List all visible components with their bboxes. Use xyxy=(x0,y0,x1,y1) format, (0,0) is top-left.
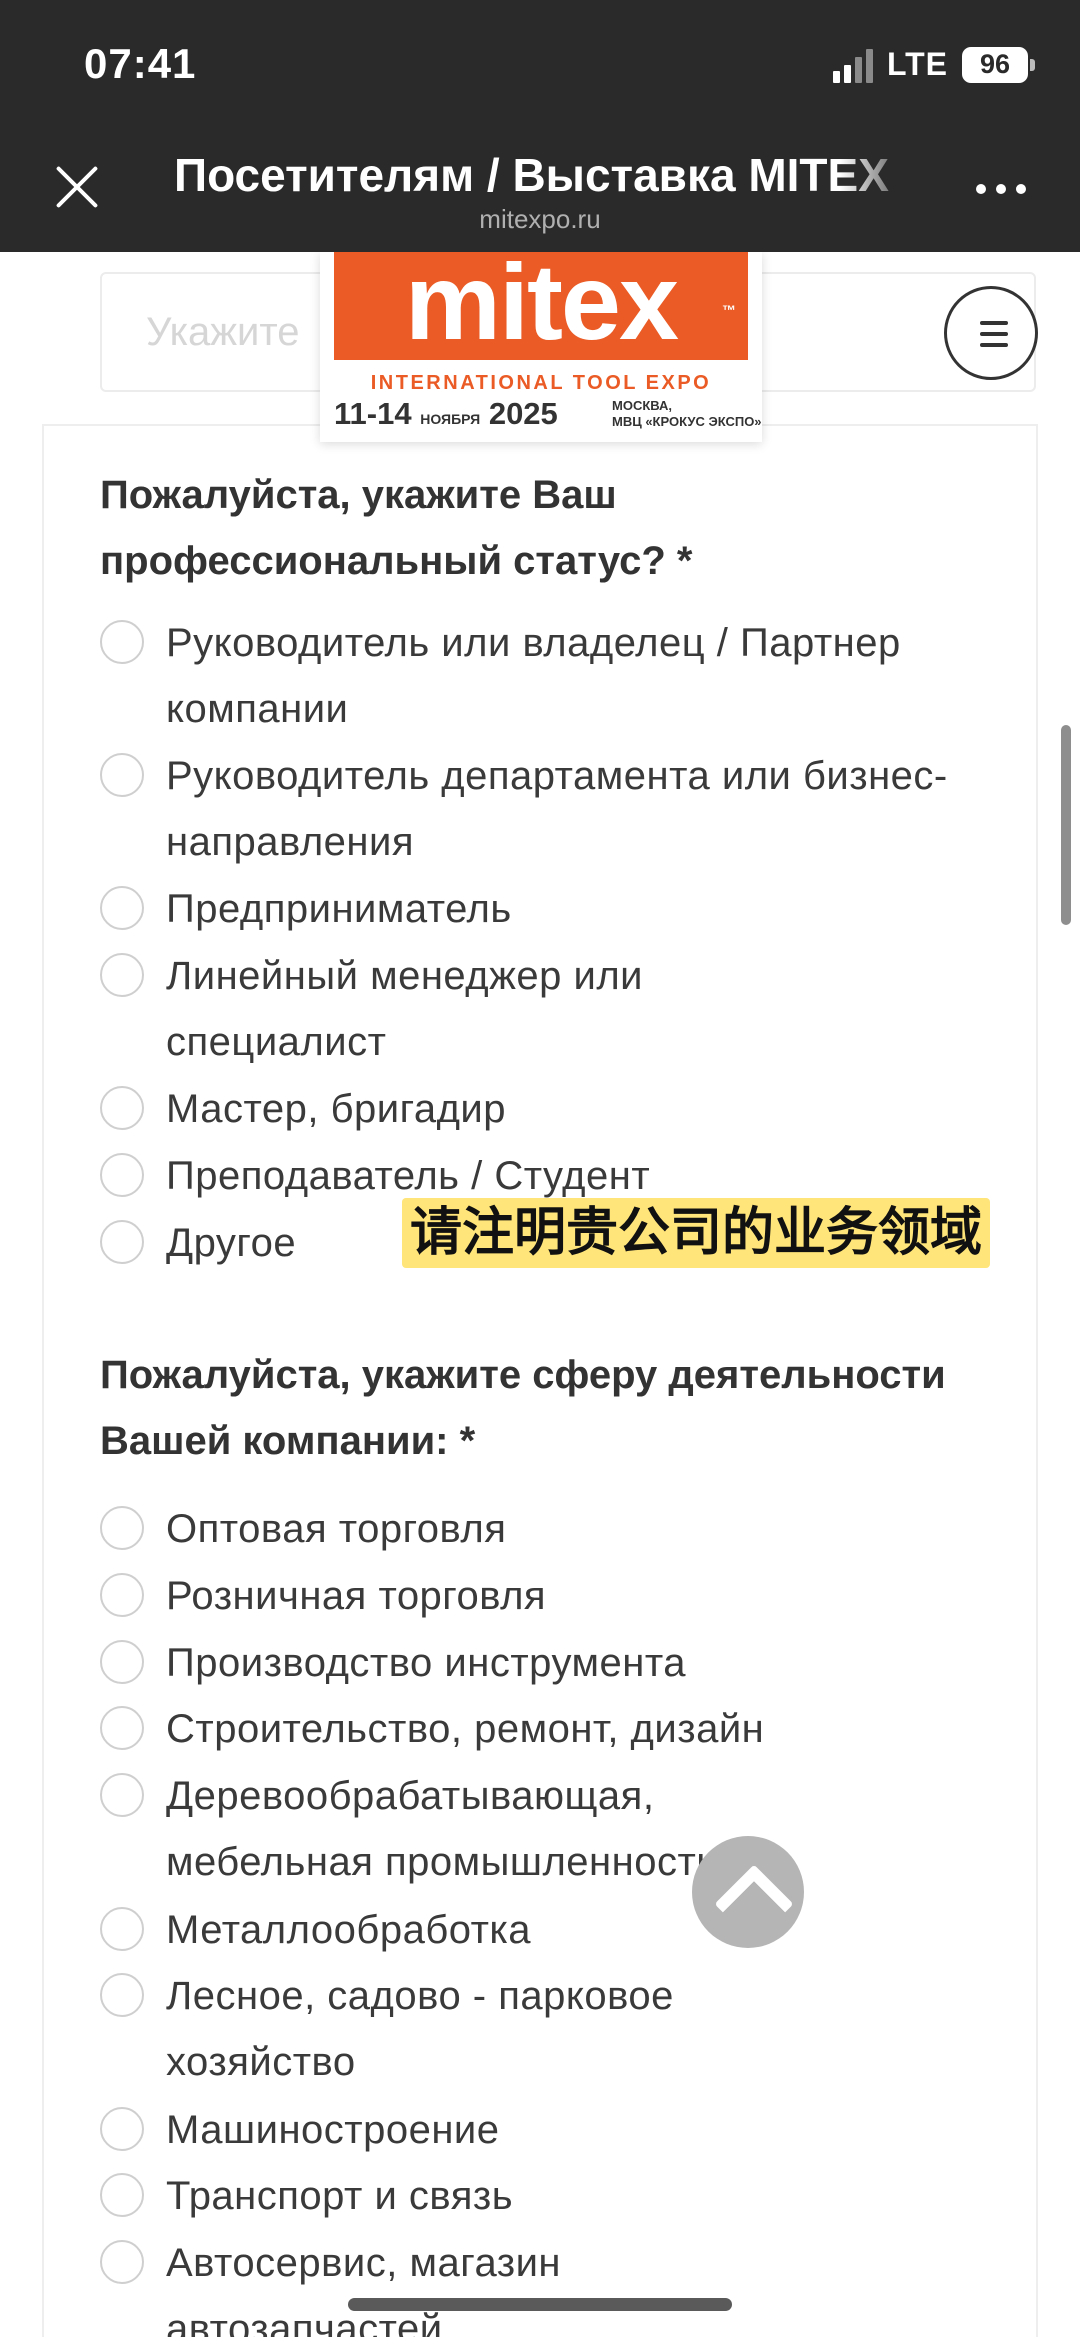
browser-header: 07:41 LTE 96 Посетителям / Выставка MITE… xyxy=(0,0,1080,252)
logo-tm: ™ xyxy=(722,302,736,318)
radio-button[interactable] xyxy=(100,1506,144,1550)
scrollbar[interactable] xyxy=(1061,725,1071,925)
status-option[interactable]: Руководитель департамента или бизнес-нап… xyxy=(100,743,1000,875)
hamburger-icon[interactable] xyxy=(944,286,1038,380)
radio-button[interactable] xyxy=(100,1640,144,1684)
radio-button[interactable] xyxy=(100,1773,144,1817)
home-indicator[interactable] xyxy=(348,2298,732,2311)
page-url: mitexpo.ru xyxy=(479,204,601,234)
previous-input-placeholder: Укажите xyxy=(146,310,300,354)
radio-button[interactable] xyxy=(100,1907,144,1951)
logo-brand: mitex ™ xyxy=(334,252,748,360)
title-fade xyxy=(840,140,920,210)
battery-level: 96 xyxy=(979,49,1011,79)
sphere-option[interactable]: Строительство, ремонт, дизайн xyxy=(100,1696,1000,1762)
radio-button[interactable] xyxy=(100,1573,144,1617)
logo-place: МОСКВА, МВЦ «КРОКУС ЭКСПО» xyxy=(612,398,762,429)
page-title: Посетителям / Выставка MITEX xyxy=(174,149,889,201)
status-option[interactable]: Руководитель или владелец / Партнер комп… xyxy=(100,610,1000,742)
status-option[interactable]: Мастер, бригадир xyxy=(100,1076,1000,1142)
radio-button[interactable] xyxy=(100,1153,144,1197)
sphere-option[interactable]: Машиностроение xyxy=(100,2097,1000,2163)
chinese-caption: 请注明贵公司的业务领域 xyxy=(402,1198,991,1268)
radio-button[interactable] xyxy=(100,1086,144,1130)
sphere-option[interactable]: Лесное, садово - парковое хозяйство xyxy=(100,1963,1000,2095)
radio-button[interactable] xyxy=(100,620,144,664)
page-content: Укажите mitex ™ INTERNATIONAL TOOL EXPO … xyxy=(0,252,1080,2337)
radio-button[interactable] xyxy=(100,2240,144,2284)
radio-button[interactable] xyxy=(100,886,144,930)
sphere-option[interactable]: Розничная торговля xyxy=(100,1563,1000,1629)
sphere-question: Пожалуйста, укажите сферу деятельности В… xyxy=(100,1353,946,1463)
network-type: LTE xyxy=(886,46,948,82)
chevron-up-icon[interactable] xyxy=(692,1836,804,1948)
mitex-logo[interactable]: mitex ™ INTERNATIONAL TOOL EXPO 11-14 НО… xyxy=(320,252,762,442)
radio-button[interactable] xyxy=(100,2107,144,2151)
sphere-option[interactable]: Металлообработка xyxy=(100,1897,1000,1963)
sphere-option[interactable]: Деревообрабатывающая, мебельная промышле… xyxy=(100,1763,1000,1895)
sphere-option[interactable]: Оптовая торговля xyxy=(100,1496,1000,1562)
sphere-option[interactable]: Автосервис, магазин автозапчастей xyxy=(100,2230,1000,2337)
status-question: Пожалуйста, укажите Ваш профессиональный… xyxy=(100,473,693,583)
radio-button[interactable] xyxy=(100,1220,144,1264)
signal-icon xyxy=(832,47,873,83)
battery-icon: 96 xyxy=(962,46,1035,83)
status-option[interactable]: Линейный менеджер или специалист xyxy=(100,943,1000,1075)
radio-button[interactable] xyxy=(100,2173,144,2217)
sphere-option[interactable]: Производство инструмента xyxy=(100,1630,1000,1696)
status-option[interactable]: Предприниматель xyxy=(100,876,1000,942)
radio-button[interactable] xyxy=(100,1973,144,2017)
status-time: 07:41 xyxy=(84,40,197,87)
radio-button[interactable] xyxy=(100,753,144,797)
status-indicators: LTE 96 xyxy=(832,46,1035,83)
logo-subtitle: INTERNATIONAL TOOL EXPO xyxy=(370,372,712,394)
logo-dates: 11-14 НОЯБРЯ 2025 xyxy=(334,396,558,431)
sphere-option[interactable]: Транспорт и связь xyxy=(100,2163,1000,2229)
radio-button[interactable] xyxy=(100,1706,144,1750)
radio-button[interactable] xyxy=(100,953,144,997)
more-icon[interactable] xyxy=(976,184,1026,194)
